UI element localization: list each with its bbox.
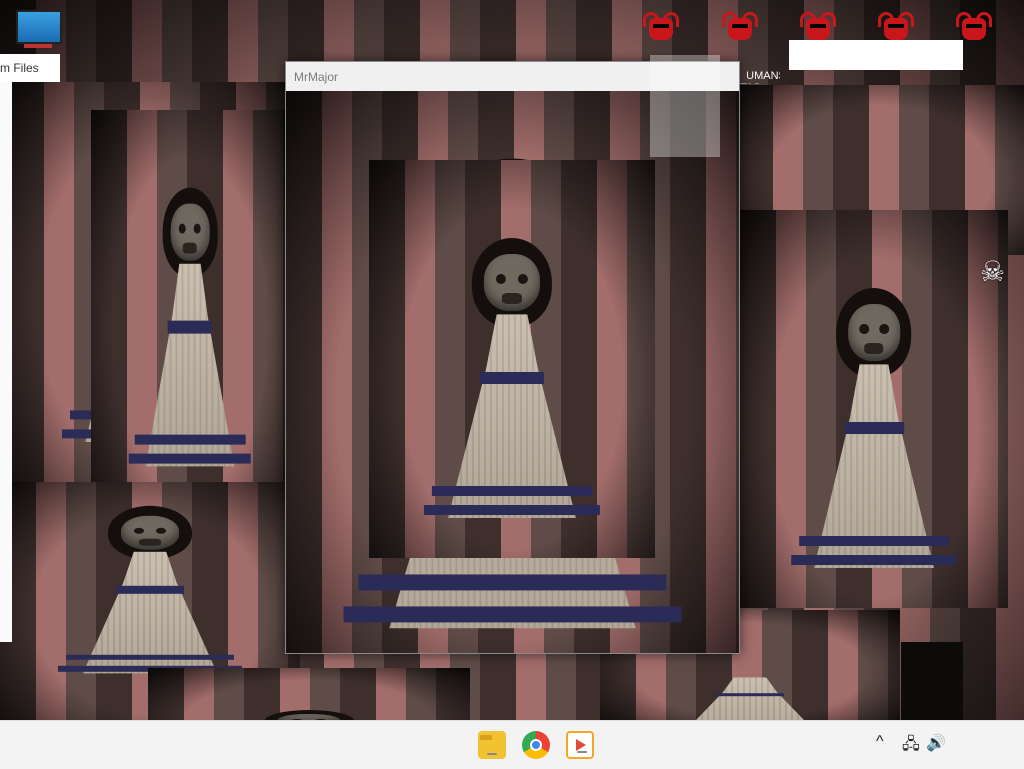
doll-image-layer: [740, 210, 1008, 608]
taskbar: ^ 🖧 🔊: [0, 720, 1024, 769]
chevron-up-icon[interactable]: ^: [876, 733, 884, 751]
devil-icon[interactable]: [878, 10, 914, 44]
chrome-icon[interactable]: [522, 731, 550, 759]
translucent-overlay: [650, 55, 720, 157]
white-panel: [789, 40, 963, 70]
window-title: MrMajor: [294, 69, 338, 84]
doll-image-layer: [91, 110, 289, 506]
devil-icon[interactable]: [800, 10, 836, 44]
network-icon[interactable]: 🖧: [902, 733, 920, 760]
volume-icon[interactable]: 🔊: [926, 733, 946, 753]
skull-crossbones-icon[interactable]: ☠: [980, 255, 1005, 288]
devil-icon[interactable]: [956, 10, 992, 44]
doll-image-layer: [369, 160, 655, 558]
devil-icon[interactable]: [643, 10, 679, 44]
explorer-fragment[interactable]: m Files: [0, 54, 60, 82]
explorer-sidebar-fragment: [0, 82, 12, 642]
program-files-label: m Files: [0, 61, 39, 75]
dark-block: [901, 642, 963, 720]
devil-icon[interactable]: [722, 10, 758, 44]
folder-icon[interactable]: [478, 731, 506, 759]
monitor-icon[interactable]: [16, 10, 62, 50]
media-player-icon[interactable]: [566, 731, 594, 759]
partial-desktop-label: UMANS TAS: [740, 70, 780, 84]
